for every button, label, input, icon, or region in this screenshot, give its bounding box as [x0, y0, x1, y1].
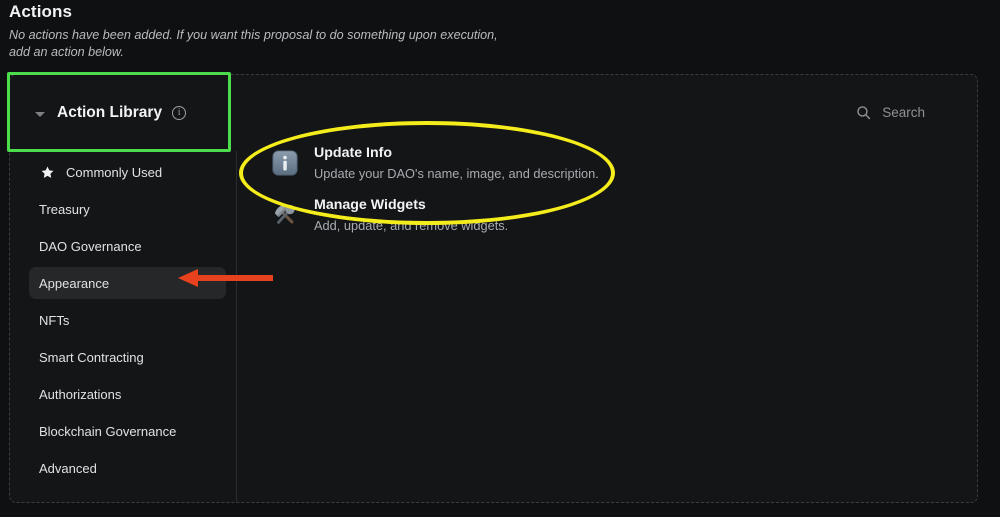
info-circle-icon[interactable]: i — [172, 106, 187, 120]
action-item-update-info[interactable]: Update Info Update your DAO's name, imag… — [270, 144, 690, 182]
sidebar-item-label: NFTs — [39, 312, 70, 328]
sidebar-item-dao-governance[interactable]: DAO Governance — [29, 230, 226, 262]
action-item-manage-widgets[interactable]: Manage Widgets Add, update, and remove w… — [270, 196, 690, 234]
action-library-title: Action Library — [57, 104, 163, 121]
action-item-text: Update Info Update your DAO's name, imag… — [314, 144, 599, 182]
sidebar-item-blockchain-governance[interactable]: Blockchain Governance — [29, 415, 226, 447]
app-root: Actions No actions have been added. If y… — [0, 0, 1000, 517]
search-placeholder: Search — [882, 105, 925, 120]
sidebar-item-commonly-used[interactable]: Commonly Used — [29, 156, 226, 188]
page-title: Actions — [9, 2, 73, 21]
hammer-and-wrench-emoji — [275, 204, 295, 224]
sidebar-item-authorizations[interactable]: Authorizations — [29, 378, 226, 410]
action-item-title: Manage Widgets — [314, 197, 426, 213]
action-item-description: Add, update, and remove widgets. — [314, 218, 509, 233]
sidebar-item-advanced[interactable]: Advanced — [29, 452, 226, 484]
sidebar-item-treasury[interactable]: Treasury — [29, 193, 226, 225]
sidebar-item-label: Blockchain Governance — [39, 423, 177, 439]
sidebar-item-label: Appearance — [39, 275, 110, 291]
sidebar-item-label: Smart Contracting — [39, 349, 144, 365]
action-category-sidebar: Commonly Used Treasury DAO Governance Ap… — [10, 151, 237, 503]
sidebar-item-label: Advanced — [39, 460, 97, 476]
information-emoji — [272, 150, 298, 176]
sidebar-item-label: Commonly Used — [66, 164, 163, 180]
action-library-header[interactable]: Action Library i — [10, 75, 238, 151]
sidebar-item-label: DAO Governance — [39, 238, 142, 254]
chevron-down-icon[interactable] — [35, 112, 45, 117]
page-subtitle: No actions have been added. If you want … — [9, 28, 498, 59]
sidebar-item-appearance[interactable]: Appearance — [29, 267, 226, 299]
sidebar-item-label: Authorizations — [39, 386, 122, 402]
sidebar-item-label: Treasury — [39, 201, 90, 217]
sidebar-item-smart-contracting[interactable]: Smart Contracting — [29, 341, 226, 373]
star-icon — [41, 166, 54, 178]
action-library-panel: Action Library i Commonly Used Treasury … — [9, 74, 978, 503]
sidebar-item-nfts[interactable]: NFTs — [29, 304, 226, 336]
action-item-description: Update your DAO's name, image, and descr… — [314, 166, 599, 181]
search-input[interactable]: Search — [855, 104, 925, 121]
action-item-title: Update Info — [314, 145, 393, 161]
action-item-text: Manage Widgets Add, update, and remove w… — [314, 196, 508, 234]
action-list-panel: Search Update Info Update your DAO's nam… — [238, 75, 977, 502]
action-items-list: Update Info Update your DAO's name, imag… — [270, 144, 690, 248]
search-icon — [857, 106, 871, 120]
